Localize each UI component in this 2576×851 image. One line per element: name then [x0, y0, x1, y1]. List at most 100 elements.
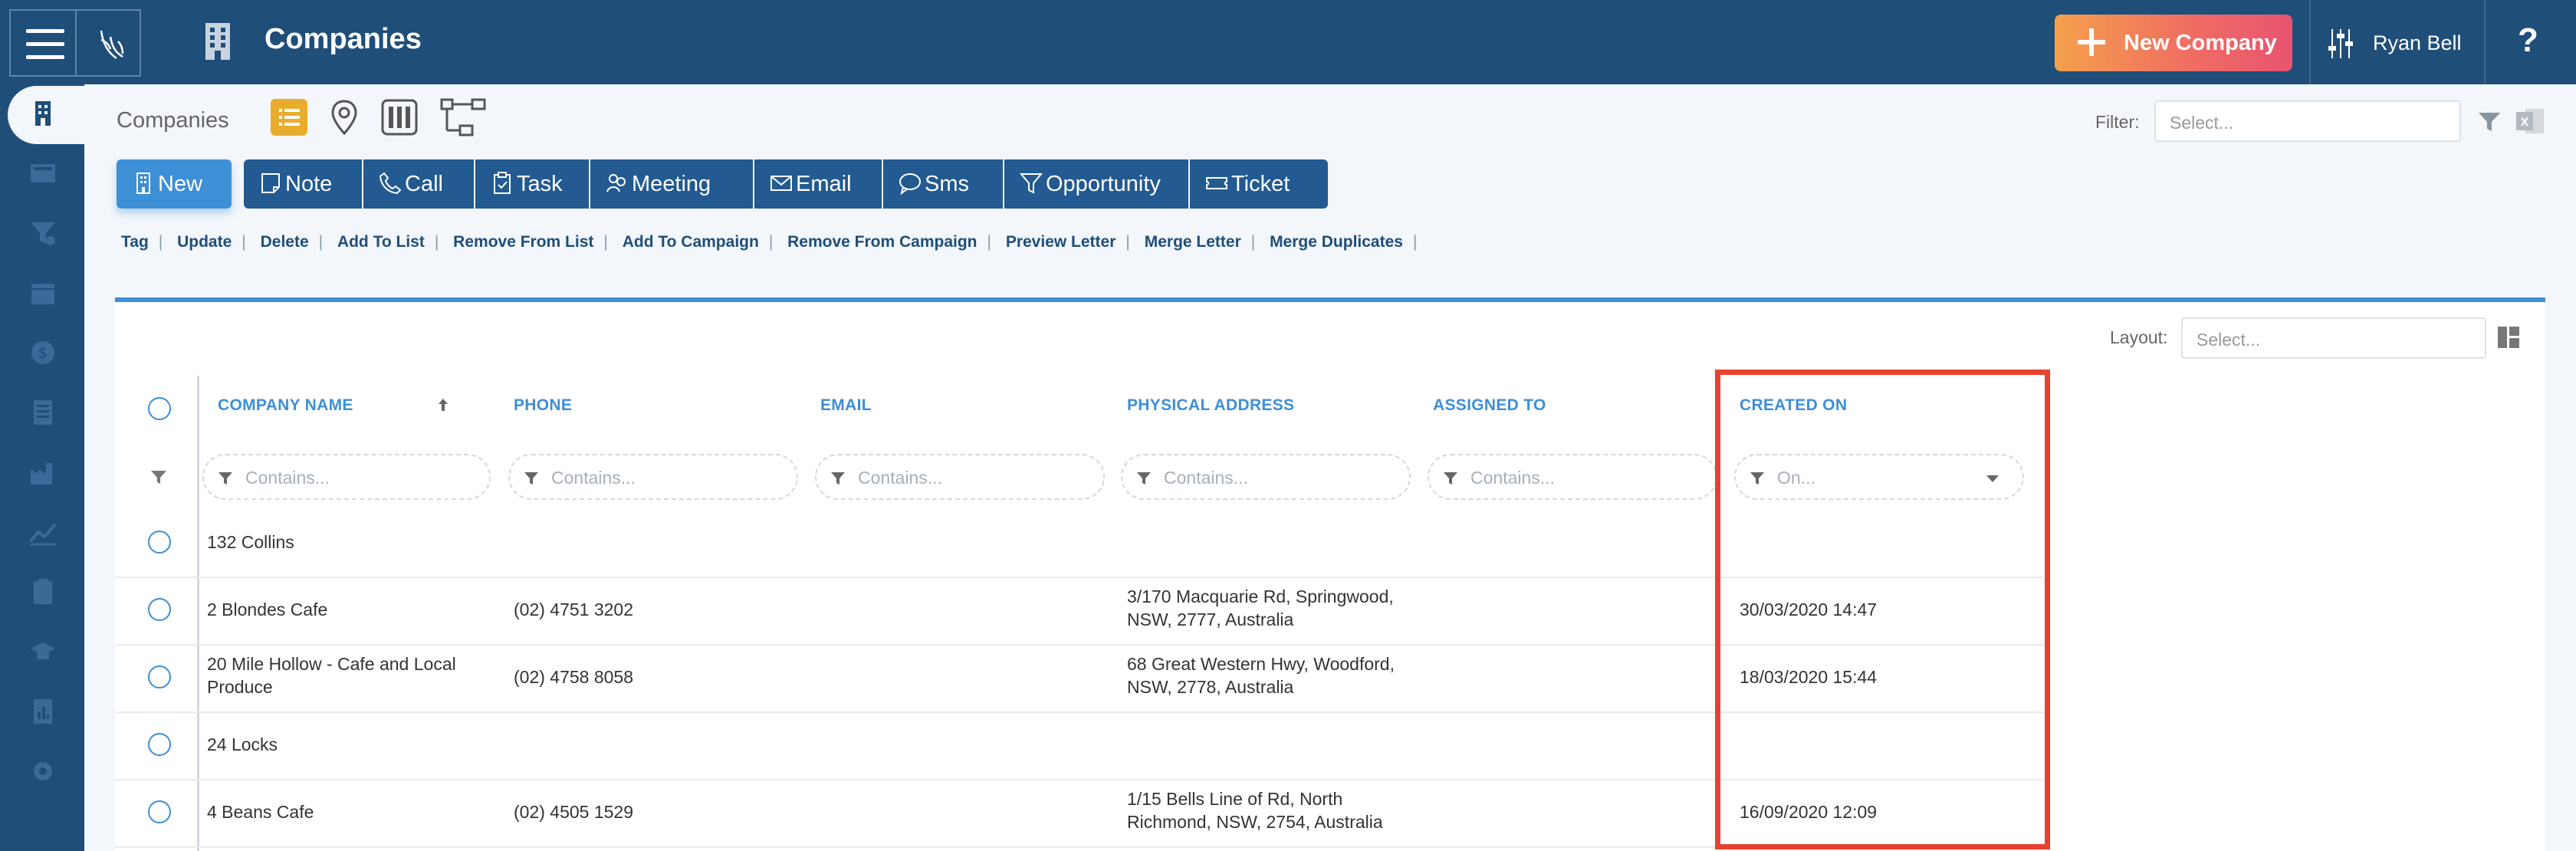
header-assigned-to[interactable]: ASSIGNED TO — [1433, 396, 1546, 415]
funnel-icon — [1020, 173, 1043, 194]
cell-company-name[interactable]: 20 Mile Hollow - Cafe and Local Produce — [207, 652, 456, 698]
sidebar-list-icon[interactable] — [29, 399, 57, 426]
sidebar-graduation-icon[interactable] — [29, 638, 57, 665]
sidebar-trend-icon[interactable] — [29, 518, 57, 546]
funnel-icon — [1137, 472, 1151, 485]
breadcrumb: Companies — [117, 108, 229, 133]
logo-icon[interactable] — [90, 23, 133, 66]
row-checkbox[interactable] — [148, 800, 171, 823]
layout-grid-icon[interactable] — [2496, 325, 2521, 350]
cell-physical-address: 1/15 Bells Line of Rd, North Richmond, N… — [1127, 787, 1383, 833]
sidebar-calendar-icon[interactable] — [29, 279, 57, 307]
row-checkbox[interactable] — [148, 733, 171, 756]
row-checkbox[interactable] — [148, 665, 171, 688]
sidebar-clipboard-icon[interactable] — [29, 578, 57, 606]
filter-assigned-to[interactable]: Contains... — [1428, 454, 1717, 500]
layout-select[interactable]: Select... — [2181, 317, 2486, 359]
top-bar: Companies New Company Ryan Bell ? — [0, 0, 2576, 84]
settings-sliders-icon[interactable] — [2327, 28, 2354, 60]
remove-from-campaign-link[interactable]: Remove From Campaign — [787, 233, 977, 251]
menu-box — [9, 9, 141, 77]
header-physical-address[interactable]: PHYSICAL ADDRESS — [1127, 396, 1294, 415]
cell-phone[interactable]: (02) 4505 1529 — [514, 800, 633, 823]
row-checkbox[interactable] — [148, 598, 171, 621]
cell-company-name[interactable]: 132 Collins — [207, 531, 294, 554]
remove-from-list-link[interactable]: Remove From List — [453, 233, 593, 251]
filter-company-name-placeholder: Contains... — [245, 468, 330, 488]
sidebar-factory-icon[interactable] — [29, 458, 57, 486]
clipboard-icon — [494, 172, 511, 194]
filter-phone[interactable]: Contains... — [508, 454, 798, 500]
address-line: Richmond, NSW, 2754, Australia — [1127, 812, 1383, 832]
sidebar-dollar-icon[interactable]: $ — [29, 339, 57, 366]
envelope-icon — [770, 176, 792, 191]
filter-select[interactable]: Select... — [2154, 100, 2461, 142]
add-to-campaign-link[interactable]: Add To Campaign — [623, 233, 759, 251]
sidebar-contacts-icon[interactable] — [29, 159, 57, 187]
call-button[interactable]: Call — [363, 159, 474, 209]
filter-physical-address[interactable]: Contains... — [1121, 454, 1411, 500]
new-company-button[interactable]: New Company — [2055, 15, 2292, 71]
sidebar-report-icon[interactable] — [29, 698, 57, 725]
bulk-actions-links: Tag | Update | Delete | Add To List | Remove… — [121, 233, 1418, 251]
cell-phone[interactable]: (02) 4758 8058 — [514, 665, 633, 688]
note-button[interactable]: Note — [244, 159, 362, 209]
new-button[interactable]: New — [117, 159, 232, 209]
row-checkbox[interactable] — [148, 531, 171, 554]
merge-letter-link[interactable]: Merge Letter — [1145, 233, 1241, 251]
filter-row-icon[interactable] — [150, 469, 167, 486]
hierarchy-icon[interactable] — [440, 98, 489, 136]
sidebar-gear-icon[interactable] — [29, 757, 57, 785]
add-to-list-link[interactable]: Add To List — [337, 233, 425, 251]
sidebar-funnel-icon[interactable] — [29, 219, 57, 247]
sms-button[interactable]: Sms — [883, 159, 1003, 209]
preview-letter-link[interactable]: Preview Letter — [1006, 233, 1116, 251]
meeting-button-label: Meeting — [632, 171, 711, 196]
meeting-button[interactable]: Meeting — [590, 159, 753, 209]
opportunity-button[interactable]: Opportunity — [1004, 159, 1188, 209]
filter-company-name[interactable]: Contains... — [202, 454, 491, 500]
filter-assigned-to-placeholder: Contains... — [1470, 468, 1555, 488]
merge-duplicates-link[interactable]: Merge Duplicates — [1270, 233, 1403, 251]
user-name[interactable]: Ryan Bell — [2373, 31, 2462, 55]
map-pin-icon[interactable] — [325, 98, 363, 136]
phone-icon — [379, 172, 402, 195]
help-icon[interactable]: ? — [2518, 21, 2538, 60]
excel-export-icon[interactable]: X — [2515, 106, 2545, 136]
ticket-button[interactable]: Ticket — [1190, 159, 1328, 209]
hamburger-menu-icon[interactable] — [26, 29, 64, 59]
funnel-icon — [524, 472, 538, 485]
list-view-icon[interactable] — [270, 98, 308, 136]
funnel-icon[interactable] — [2478, 110, 2501, 133]
tag-link[interactable]: Tag — [121, 233, 149, 251]
ticket-icon — [1206, 177, 1227, 189]
task-button[interactable]: Task — [475, 159, 589, 209]
filter-email[interactable]: Contains... — [815, 454, 1105, 500]
layout-label: Layout: — [2110, 327, 2168, 347]
delete-link[interactable]: Delete — [261, 233, 309, 251]
sidebar-companies-icon[interactable] — [29, 100, 57, 127]
email-button[interactable]: Email — [754, 159, 882, 209]
header-phone[interactable]: PHONE — [514, 396, 572, 415]
layout-select-placeholder: Select... — [2196, 330, 2261, 350]
cell-company-name[interactable]: 24 Locks — [207, 733, 278, 756]
people-icon — [606, 174, 626, 192]
new-button-label: New — [158, 171, 203, 196]
cell-company-name[interactable]: 4 Beans Cafe — [207, 800, 314, 823]
email-button-label: Email — [796, 171, 852, 196]
funnel-icon — [831, 472, 845, 485]
header-company-name[interactable]: COMPANY NAME — [218, 396, 353, 415]
grid-panel — [115, 297, 2545, 851]
sort-ascending-icon[interactable] — [437, 397, 449, 412]
update-link[interactable]: Update — [177, 233, 232, 251]
svg-text:$: $ — [38, 343, 48, 362]
header-email[interactable]: EMAIL — [820, 396, 872, 415]
cell-company-name[interactable]: 2 Blondes Cafe — [207, 598, 327, 621]
select-all-checkbox[interactable] — [148, 397, 171, 420]
sms-button-label: Sms — [925, 171, 969, 196]
plus-icon — [2078, 28, 2105, 56]
kanban-icon[interactable] — [380, 98, 419, 136]
svg-text:X: X — [2521, 117, 2529, 129]
cell-phone[interactable]: (02) 4751 3202 — [514, 598, 633, 621]
address-line: NSW, 2777, Australia — [1127, 610, 1294, 629]
